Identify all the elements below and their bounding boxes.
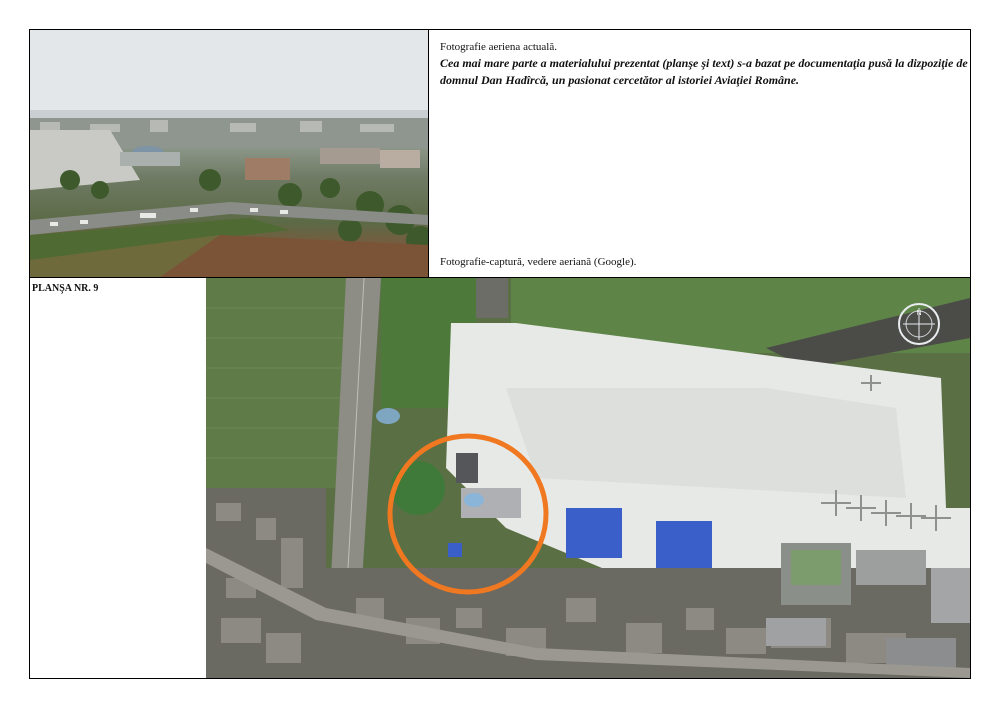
aerial-photo <box>30 30 428 277</box>
compass-north-label: N <box>916 310 921 317</box>
satellite-caption: Fotografie-captură, vedere aeriană (Goog… <box>440 256 637 268</box>
vertical-divider <box>428 29 429 278</box>
aerial-photo-caption: Fotografie aeriena actuală. <box>440 41 557 53</box>
satellite-map: N <box>206 278 970 678</box>
plate-label: PLANŞA NR. 9 <box>32 283 99 294</box>
credit-note: Cea mai mare parte a materialului prezen… <box>440 56 968 87</box>
